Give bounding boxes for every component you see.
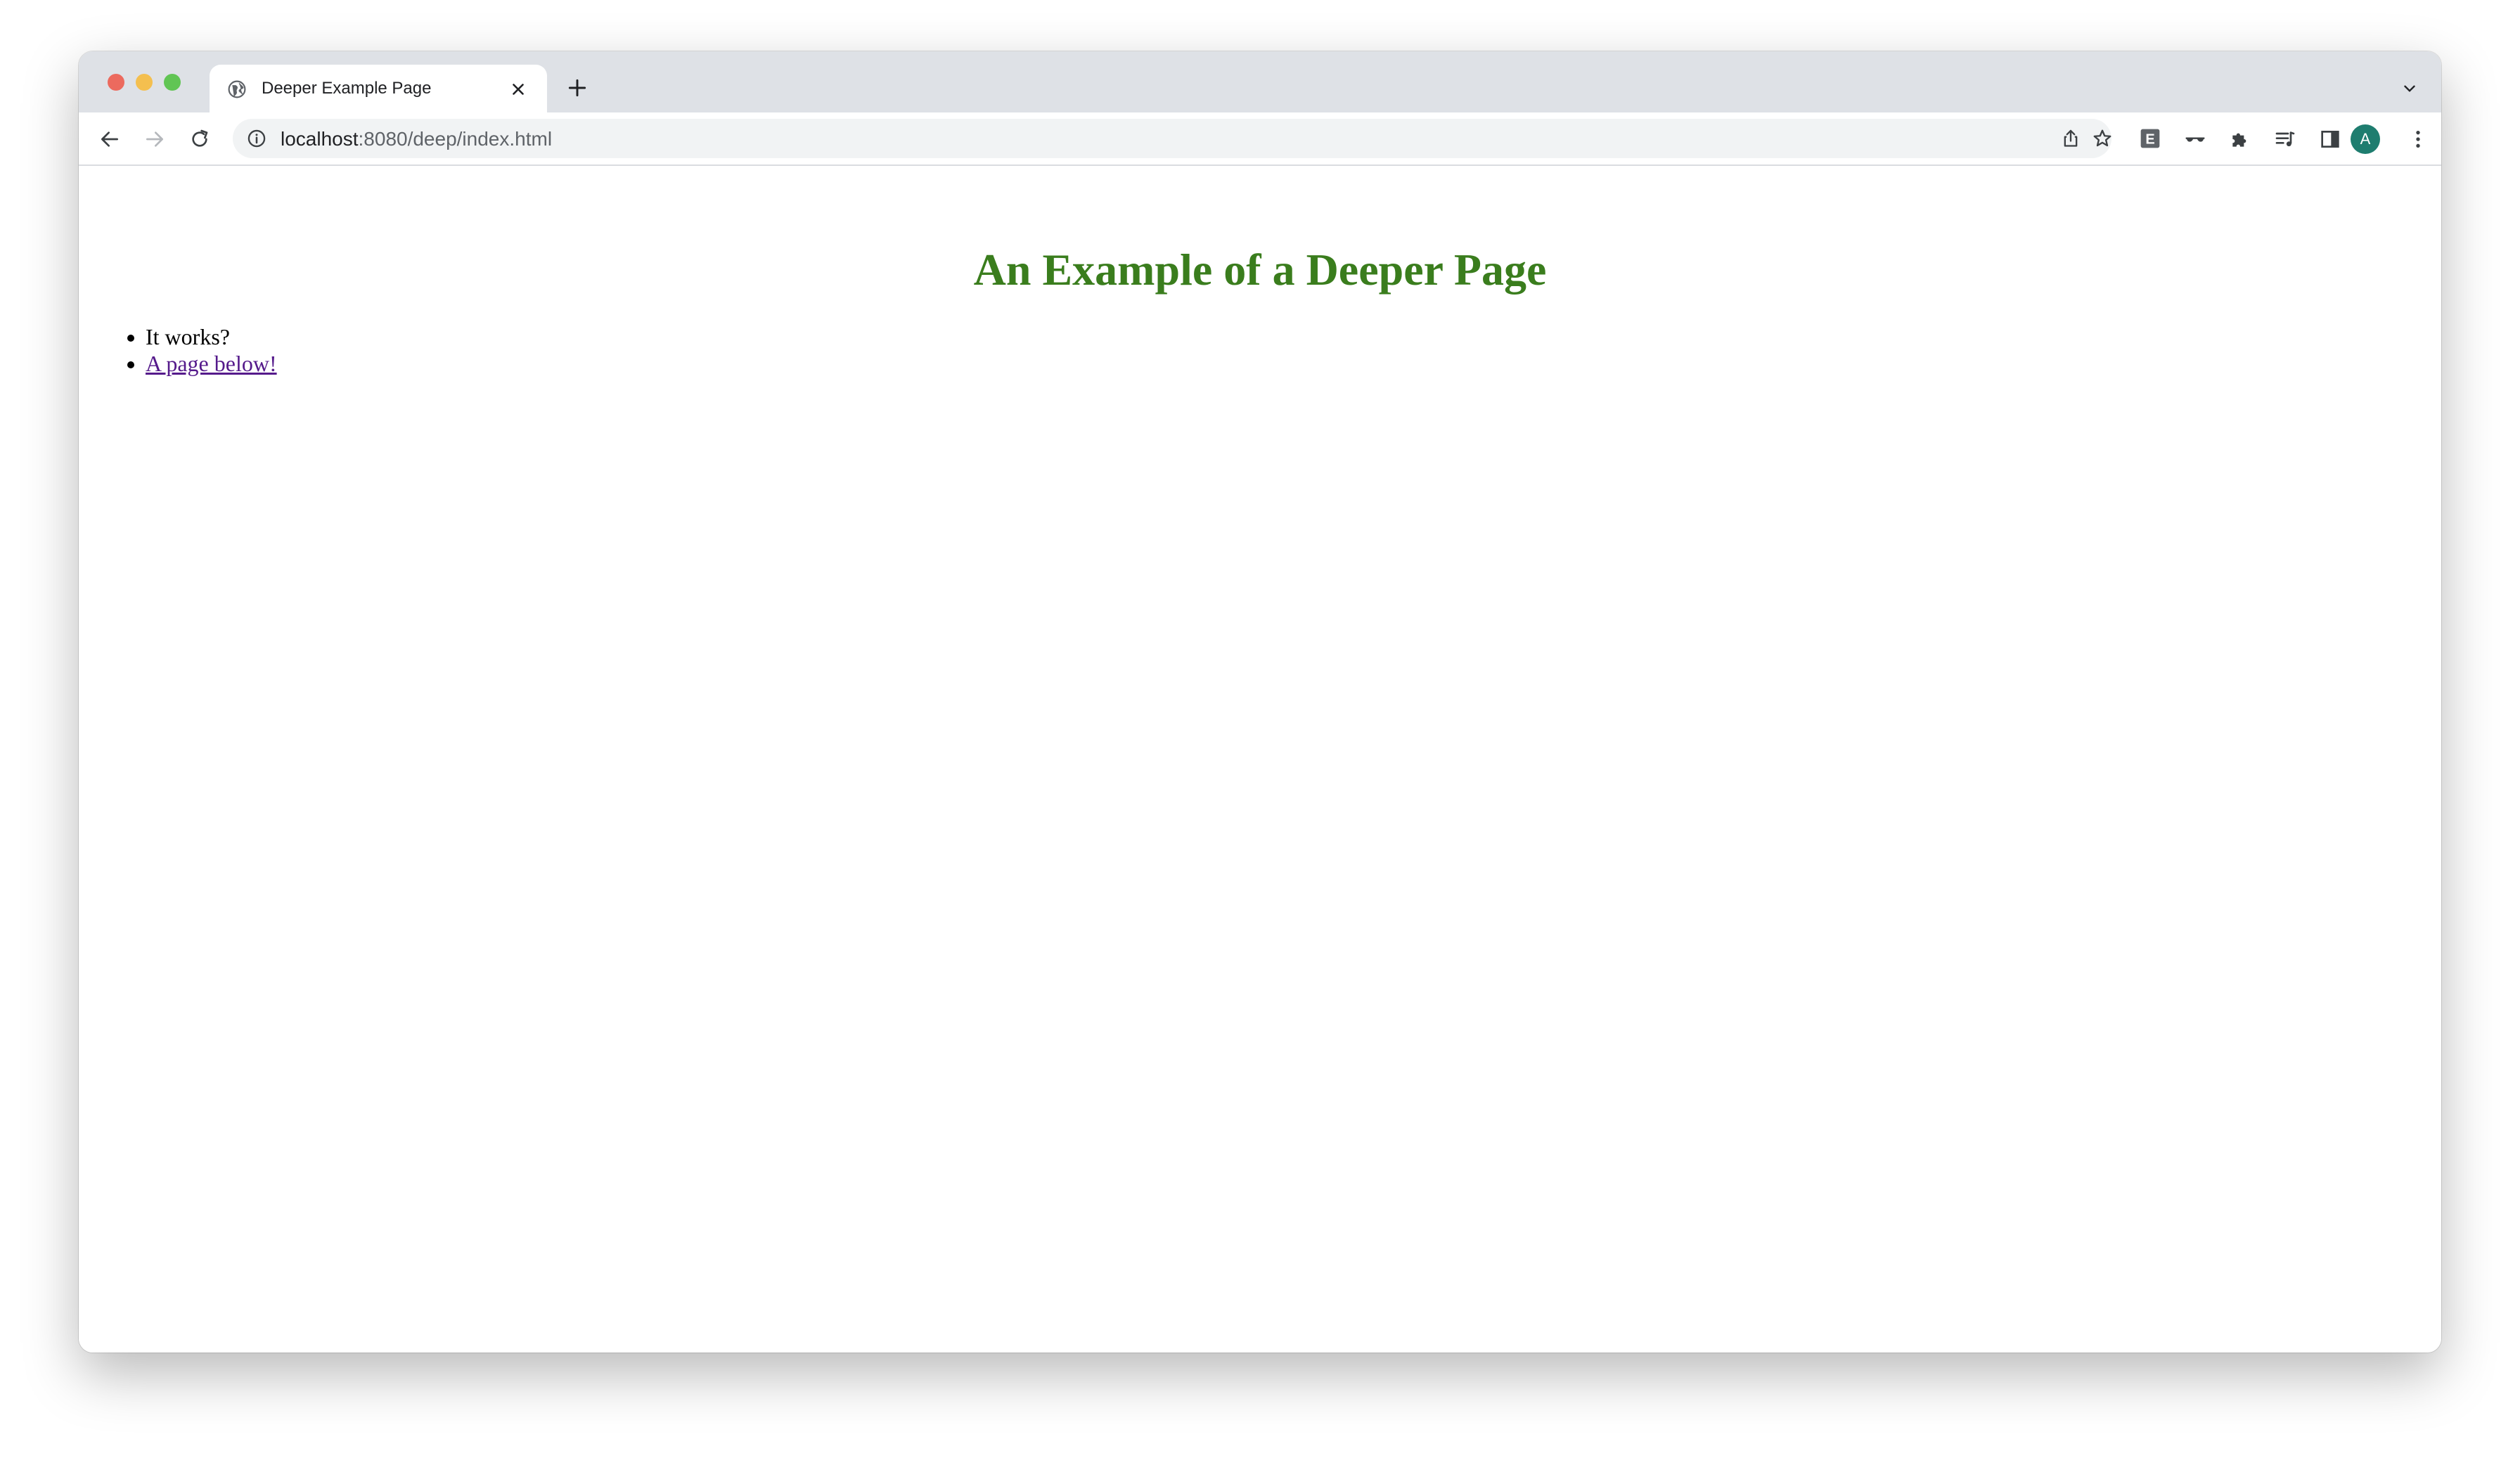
browser-window: Deeper Example Page localhost:8080/deep/…: [79, 51, 2441, 1353]
browser-toolbar: localhost:8080/deep/index.html E A: [79, 112, 2441, 166]
back-arrow-icon[interactable]: [98, 128, 121, 150]
desktop-background: Deeper Example Page localhost:8080/deep/…: [0, 0, 2520, 1458]
close-icon[interactable]: [509, 80, 527, 98]
page-below-link[interactable]: A page below!: [146, 351, 277, 376]
tab-active[interactable]: Deeper Example Page: [210, 65, 547, 112]
glasses-icon[interactable]: [2184, 128, 2206, 150]
window-minimize-button[interactable]: [136, 74, 153, 91]
item-list: It works? A page below!: [79, 323, 277, 377]
puzzle-icon[interactable]: [2229, 128, 2251, 150]
page-content: An Example of a Deeper Page It works? A …: [79, 166, 2441, 1353]
info-icon[interactable]: [247, 129, 266, 148]
share-icon[interactable]: [2061, 129, 2081, 148]
url-path: :8080/deep/index.html: [358, 128, 553, 150]
list-item: A page below!: [146, 350, 277, 377]
tab-strip: Deeper Example Page: [79, 51, 2441, 112]
list-item: It works?: [146, 323, 277, 350]
window-close-button[interactable]: [108, 74, 124, 91]
extension-letter: E: [2145, 131, 2154, 147]
globe-icon: [228, 80, 246, 98]
list-item-text: It works?: [146, 324, 230, 349]
star-icon[interactable]: [2092, 128, 2113, 149]
more-vert-icon[interactable]: [2407, 128, 2429, 150]
window-zoom-button[interactable]: [164, 74, 181, 91]
reading-list-icon[interactable]: [2274, 128, 2296, 150]
plus-icon[interactable]: [566, 77, 589, 99]
tab-title: Deeper Example Page: [262, 79, 432, 98]
forward-arrow-icon[interactable]: [143, 128, 166, 150]
extension-e-icon[interactable]: E: [2139, 127, 2161, 150]
address-bar[interactable]: localhost:8080/deep/index.html: [233, 119, 2111, 158]
url-text: localhost:8080/deep/index.html: [281, 128, 552, 150]
side-panel-icon[interactable]: [2319, 128, 2341, 150]
avatar[interactable]: A: [2351, 124, 2380, 154]
page-title: An Example of a Deeper Page: [973, 245, 1547, 295]
reload-icon[interactable]: [188, 128, 211, 150]
url-host: localhost: [281, 128, 359, 150]
chevron-down-icon[interactable]: [2400, 79, 2419, 98]
